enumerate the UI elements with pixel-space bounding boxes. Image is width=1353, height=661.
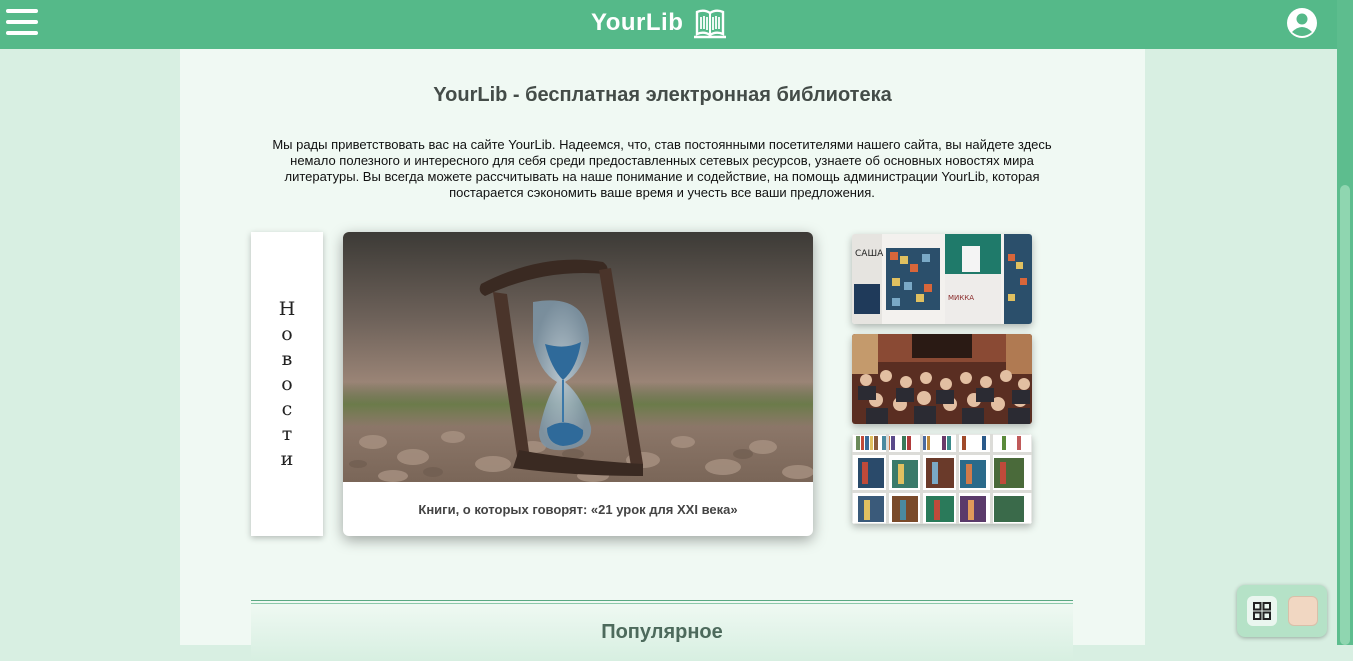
grid-view-button[interactable]	[1247, 596, 1277, 626]
open-book-icon	[694, 9, 727, 39]
svg-text:МИККА: МИККА	[948, 294, 974, 302]
scrollbar-thumb[interactable]	[1340, 185, 1350, 645]
theme-widget	[1237, 585, 1327, 637]
featured-news-caption[interactable]: Книги, о которых говорят: «21 урок для X…	[343, 482, 813, 536]
top-header: YourLib	[0, 0, 1337, 49]
news-letter: т	[281, 422, 293, 445]
popular-section: Популярное	[251, 600, 1073, 661]
news-letter: о	[281, 322, 293, 345]
intro-text: Мы рады приветствовать вас на сайте Your…	[272, 137, 1052, 200]
grid-icon	[1253, 602, 1271, 620]
news-tab-label: Н о в о с т и	[279, 297, 296, 472]
news-letter: в	[281, 347, 293, 370]
page-title: YourLib - бесплатная электронная библиот…	[433, 84, 892, 106]
reading-event-crowd-photo	[852, 334, 1032, 424]
hamburger-menu-icon[interactable]	[6, 9, 38, 35]
news-letter: с	[281, 397, 293, 420]
news-tab[interactable]: Н о в о с т и	[251, 232, 323, 536]
featured-news-card[interactable]: Книги, о которых говорят: «21 урок для X…	[343, 232, 813, 536]
popular-heading: Популярное	[601, 621, 723, 643]
thumbnail-bookshelf[interactable]	[852, 434, 1032, 524]
thumbnail-book-covers[interactable]: САША МИККА	[852, 234, 1032, 324]
main-content: YourLib - бесплатная электронная библиот…	[180, 49, 1145, 661]
news-letter: Н	[278, 297, 296, 320]
svg-text:САША: САША	[855, 249, 884, 259]
book-covers-photo: САША МИККА	[852, 234, 1032, 324]
user-account-icon[interactable]	[1286, 7, 1318, 39]
theme-color-swatch[interactable]	[1288, 596, 1318, 626]
page-scrollbar[interactable]	[1337, 0, 1353, 645]
news-letter: и	[280, 447, 294, 470]
hourglass-photo	[343, 232, 813, 482]
thumbnail-reading-event[interactable]	[852, 334, 1032, 424]
news-letter: о	[281, 372, 293, 395]
bookshelf-photo	[852, 434, 1032, 524]
brand-name: YourLib	[591, 9, 684, 36]
site-brand[interactable]: YourLib	[591, 5, 727, 41]
